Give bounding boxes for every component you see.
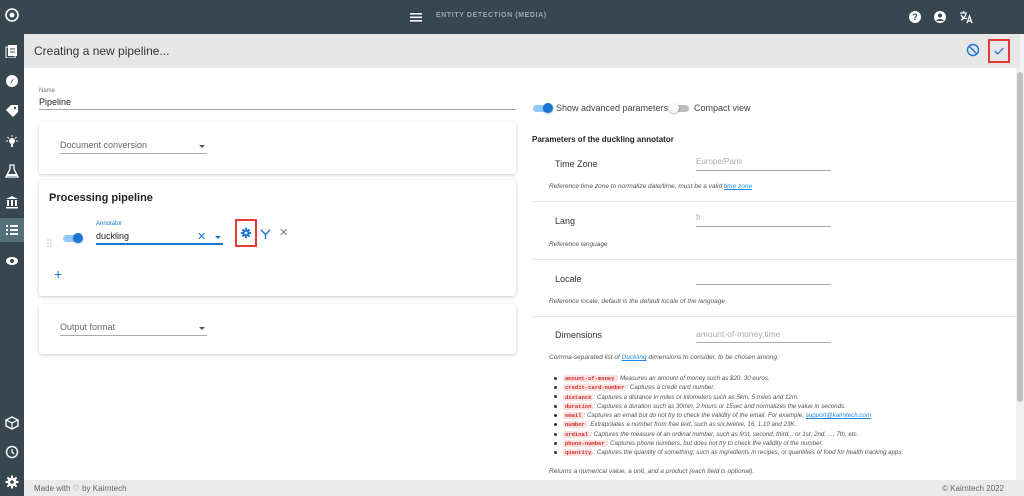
lang-description: Reference language <box>549 241 608 248</box>
document-conversion-card: Document conversion <box>39 122 516 174</box>
cancel-button[interactable] <box>966 43 980 57</box>
translate-icon[interactable] <box>959 10 973 24</box>
gear-icon <box>240 227 252 239</box>
app-title: ENTITY DETECTION (MEDIA) <box>436 12 547 19</box>
name-label: Name <box>39 88 56 94</box>
chevron-down-icon[interactable] <box>215 236 221 239</box>
tag-icon[interactable] <box>4 103 20 119</box>
eye-icon[interactable] <box>4 253 20 269</box>
timezone-label: Time Zone <box>555 159 598 169</box>
advanced-parameters-toggle[interactable] <box>531 103 553 113</box>
timezone-link[interactable]: time zone <box>724 183 752 190</box>
footer-copyright: © Kairntech 2022 <box>942 484 1004 493</box>
dimensions-label: Dimensions <box>555 330 603 340</box>
lightbulb-icon[interactable] <box>4 134 20 150</box>
documents-icon[interactable] <box>4 43 20 59</box>
pipelines-list-icon[interactable] <box>0 218 24 242</box>
name-input[interactable]: Pipeline <box>39 97 71 107</box>
locale-label: Locale <box>555 274 582 284</box>
list-item: ordinal: Captures the measure of an ordi… <box>554 430 903 439</box>
list-item: distance: Captures a distance in miles o… <box>554 393 903 402</box>
clear-icon[interactable]: ✕ <box>197 230 206 243</box>
scrollbar[interactable] <box>1016 68 1024 480</box>
locale-description: Reference locale, default is the default… <box>549 298 725 305</box>
check-icon <box>994 47 1004 55</box>
cancel-icon <box>966 43 980 57</box>
list-item: phone-number: Captures phone numbers, bu… <box>554 439 903 448</box>
logo-icon[interactable] <box>4 7 20 23</box>
account-icon[interactable] <box>933 10 947 24</box>
list-item: quantity: Captures the quantity of somet… <box>554 448 903 457</box>
list-item: number: Extrapolates a number from free … <box>554 420 903 429</box>
save-button[interactable] <box>988 39 1010 63</box>
fork-icon[interactable] <box>260 227 271 245</box>
output-format-select[interactable]: Output format <box>60 322 115 332</box>
compact-view-label: Compact view <box>694 103 751 113</box>
dimensions-description: Comma-separated list of Duckling dimensi… <box>549 354 779 361</box>
list-item: amount-of-money: Measures an amount of m… <box>554 374 903 383</box>
annotator-enabled-toggle[interactable] <box>61 233 83 243</box>
annotator-label: Annotator <box>96 221 123 227</box>
page-title: Creating a new pipeline... <box>34 44 170 58</box>
main-content: Name Pipeline Document conversion Proces… <box>24 68 1020 480</box>
drag-handle-icon[interactable] <box>47 234 52 247</box>
history-icon[interactable] <box>4 444 20 460</box>
lang-label: Lang <box>555 216 576 226</box>
help-icon[interactable]: ? <box>908 10 922 24</box>
top-bar: ENTITY DETECTION (MEDIA) ? <box>24 0 1024 34</box>
processing-pipeline-card: Processing pipeline Annotator duckling ✕… <box>39 180 516 296</box>
annotator-settings-button[interactable] <box>235 219 257 247</box>
dimensions-input[interactable]: amount-of-money,time <box>696 329 780 339</box>
advanced-parameters-label: Show advanced parameters <box>556 103 669 113</box>
sidebar <box>0 0 24 496</box>
chevron-down-icon[interactable] <box>199 327 205 330</box>
timezone-description: Reference time zone to normalize date/ti… <box>549 183 753 190</box>
processing-pipeline-title: Processing pipeline <box>49 192 153 204</box>
dimensions-list: amount-of-money: Measures an amount of m… <box>554 374 903 458</box>
output-format-card: Output format <box>39 304 516 354</box>
menu-icon[interactable] <box>409 10 423 29</box>
compact-view-toggle[interactable] <box>669 103 691 113</box>
lang-input[interactable]: fr <box>696 213 701 222</box>
add-annotator-button[interactable]: + <box>54 266 62 282</box>
settings-icon[interactable] <box>4 474 20 490</box>
annotator-select[interactable]: duckling <box>96 231 129 241</box>
parameters-heading: Parameters of the duckling annotator <box>532 135 674 144</box>
remove-annotator-icon[interactable]: ✕ <box>279 226 288 239</box>
bank-icon[interactable] <box>4 194 20 210</box>
document-conversion-select[interactable]: Document conversion <box>60 140 147 150</box>
page-header: Creating a new pipeline... <box>24 34 1020 68</box>
dimensions-footer-note: Returns a numerical value, a unit, and a… <box>549 468 755 475</box>
cube-icon[interactable] <box>4 415 20 431</box>
list-item: email: Captures an email but do not try … <box>554 411 903 420</box>
footer: Made with ♡ by Kairntech © Kairntech 202… <box>24 480 1024 496</box>
compass-icon[interactable] <box>4 73 20 89</box>
list-item: credit-card-number: Captures a credit ca… <box>554 383 903 392</box>
list-item: duration: Captures a duration such as 30… <box>554 402 903 411</box>
support-email-link[interactable]: support@kairntech.com <box>806 412 871 419</box>
timezone-input[interactable]: Europe/Paris <box>696 157 742 166</box>
duckling-link[interactable]: Duckling <box>622 354 647 361</box>
footer-credit: Made with ♡ by Kairntech <box>34 484 127 493</box>
svg-text:?: ? <box>912 12 918 22</box>
flask-icon[interactable] <box>4 163 20 179</box>
chevron-down-icon[interactable] <box>199 145 205 148</box>
